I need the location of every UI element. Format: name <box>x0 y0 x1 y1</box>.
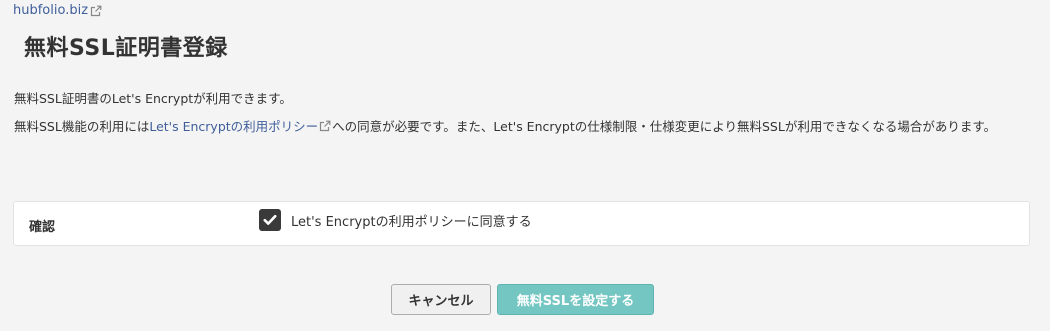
confirm-panel: 確認 Let's Encryptの利用ポリシーに同意する <box>13 201 1030 246</box>
page-title: 無料SSL証明書登録 <box>24 36 228 61</box>
description-line-1: 無料SSL証明書のLet's Encryptが利用できます。 <box>14 91 292 106</box>
confirm-label: 確認 <box>29 220 56 235</box>
description-line-2-prefix: 無料SSL機能の利用には <box>14 119 150 134</box>
description-line-2: 無料SSL機能の利用にはLet's Encryptの利用ポリシー への同意が必要で… <box>14 114 1024 140</box>
policy-link[interactable]: Let's Encryptの利用ポリシー <box>149 119 332 134</box>
agree-policy-checkbox-row[interactable]: Let's Encryptの利用ポリシーに同意する <box>259 209 532 231</box>
domain-link-label: hubfolio.biz <box>13 3 89 18</box>
checkmark-icon <box>263 214 277 225</box>
submit-ssl-button[interactable]: 無料SSLを設定する <box>497 284 654 315</box>
policy-link-label: Let's Encryptの利用ポリシー <box>149 119 319 134</box>
agree-policy-checkbox[interactable] <box>259 209 281 231</box>
description-line-2-suffix: への同意が必要です。また、Let's Encryptの仕様制限・仕様変更により無… <box>332 119 997 134</box>
domain-link[interactable]: hubfolio.biz <box>13 3 102 18</box>
external-link-icon <box>319 120 331 132</box>
cancel-button[interactable]: キャンセル <box>391 284 491 315</box>
external-link-icon <box>90 5 102 17</box>
agree-policy-label: Let's Encryptの利用ポリシーに同意する <box>291 214 532 230</box>
